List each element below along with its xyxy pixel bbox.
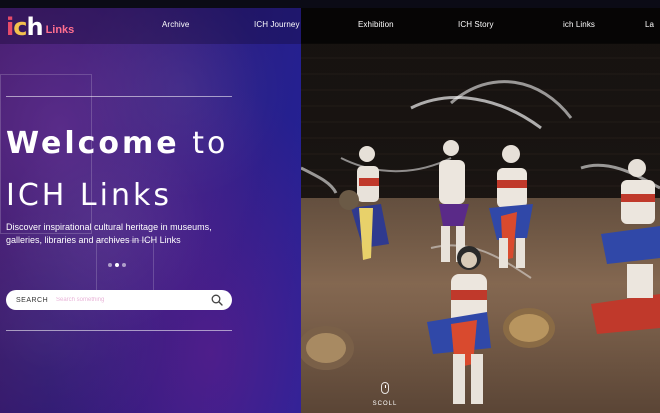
logo-letter-c: c xyxy=(13,13,27,41)
slide-indicator xyxy=(108,263,126,267)
hero-title-line-2: ICH Links xyxy=(6,178,172,213)
scroll-label: SCOLL xyxy=(372,401,398,407)
scroll-indicator[interactable]: SCOLL xyxy=(370,382,400,407)
bottom-divider xyxy=(6,330,232,331)
top-navigation: ich Links Archive ICH Journey Exhibition… xyxy=(0,8,660,44)
nav-item-ich-links[interactable]: ich Links xyxy=(563,20,595,29)
site-logo[interactable]: ich Links xyxy=(6,13,74,39)
nav-item-exhibition[interactable]: Exhibition xyxy=(358,20,394,29)
slide-dot-active[interactable] xyxy=(115,263,119,267)
hero-title-line-1: Welcome to xyxy=(6,118,228,170)
search-label: SEARCH xyxy=(16,296,49,304)
hero-frame: ich Links Archive ICH Journey Exhibition… xyxy=(0,8,660,413)
nav-item-language[interactable]: La xyxy=(645,20,654,29)
logo-text: Links xyxy=(45,24,75,36)
hero-title-to: to xyxy=(192,126,229,161)
hero-title: Welcome to ICH Links xyxy=(6,118,228,222)
nav-item-ich-story[interactable]: ICH Story xyxy=(458,20,494,29)
logo-letter-h: h xyxy=(26,13,43,41)
dancers-illustration xyxy=(301,80,660,404)
search-bar: SEARCH xyxy=(6,290,232,310)
hero-title-welcome: Welcome xyxy=(6,126,180,161)
slide-dot[interactable] xyxy=(108,263,112,267)
search-input[interactable] xyxy=(56,293,206,307)
hero-photo xyxy=(301,8,660,413)
top-divider xyxy=(6,96,232,97)
slide-dot[interactable] xyxy=(122,263,126,267)
mouse-icon xyxy=(381,382,389,394)
nav-item-archive[interactable]: Archive xyxy=(162,20,189,29)
search-icon[interactable] xyxy=(211,294,223,306)
hero-description: Discover inspirational cultural heritage… xyxy=(6,222,212,245)
nav-item-ich-journey[interactable]: ICH Journey xyxy=(254,20,300,29)
logo-mark: ich xyxy=(6,13,44,41)
